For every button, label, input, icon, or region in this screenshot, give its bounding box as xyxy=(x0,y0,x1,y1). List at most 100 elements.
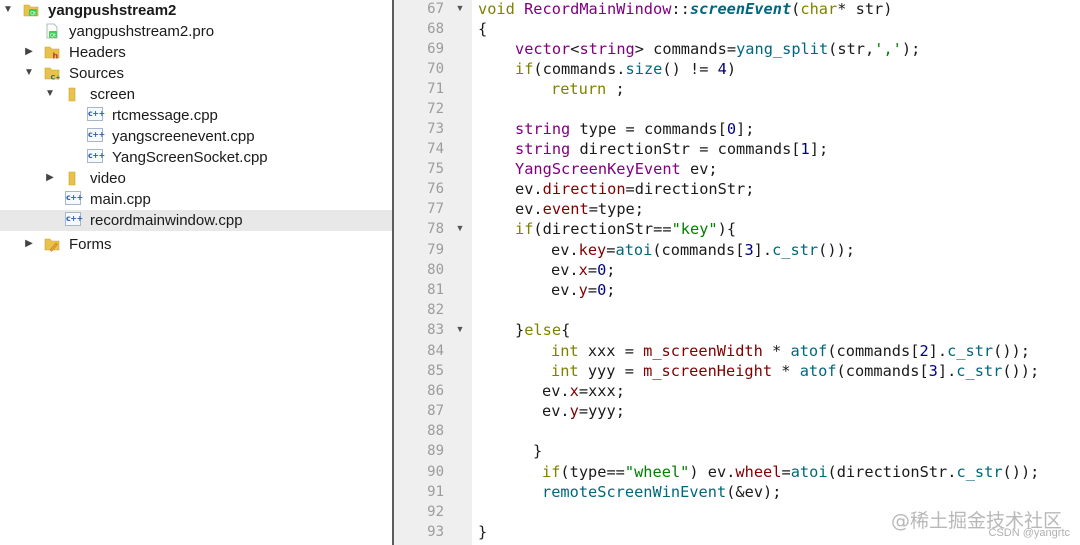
code-line-89: } xyxy=(533,442,543,460)
tree-item-sources[interactable]: ▼ C+ Sources xyxy=(0,63,392,84)
code-line-80: ev.x=0; xyxy=(551,261,616,279)
project-folder-icon: Qt xyxy=(23,2,39,18)
line-number: 76 xyxy=(427,181,444,197)
fold-marker-icon[interactable]: ▼ xyxy=(455,218,465,238)
sources-folder-icon: C+ xyxy=(44,65,61,82)
forms-folder-icon xyxy=(44,236,60,252)
tree-item-project-root[interactable]: ▼ Qt yangpushstream2 xyxy=(0,0,392,21)
line-number: 74 xyxy=(427,141,444,157)
cpp-file-icon: c++ xyxy=(87,149,105,165)
line-number: 71 xyxy=(427,81,444,97)
tree-item-label: recordmainwindow.cpp xyxy=(90,212,243,229)
headers-folder-icon: h xyxy=(44,44,60,61)
code-line-68: { xyxy=(478,20,488,38)
tree-item-label: YangScreenSocket.cpp xyxy=(112,149,268,166)
line-number: 68 xyxy=(427,21,444,37)
tree-item-file[interactable]: c++ yangscreenevent.cpp xyxy=(0,126,392,147)
line-number: 92 xyxy=(427,504,444,520)
line-number: 72 xyxy=(427,101,444,117)
code-line-83: }else{ xyxy=(515,321,571,339)
line-number: 79 xyxy=(427,242,444,258)
tree-item-label: Sources xyxy=(69,65,125,82)
code-line-71: return ; xyxy=(551,80,625,98)
cpp-file-icon: c++ xyxy=(87,107,105,123)
chevron-right-icon[interactable]: ▶ xyxy=(44,171,56,185)
line-number: 84 xyxy=(427,343,444,359)
chevron-right-icon[interactable]: ▶ xyxy=(23,237,35,251)
code-line-87: ev.y=yyy; xyxy=(542,402,625,420)
line-number: 69 xyxy=(427,41,444,57)
project-tree: ▼ Qt yangpushstream2 Qt yangpushstream2.… xyxy=(0,0,392,545)
cpp-file-icon: c++ xyxy=(65,212,83,228)
chevron-down-icon[interactable]: ▼ xyxy=(44,87,56,101)
code-line-86: ev.x=xxx; xyxy=(542,382,625,400)
tree-item-label: video xyxy=(90,170,126,187)
cpp-file-icon: c++ xyxy=(87,128,105,144)
code-line-73: string type = commands[0]; xyxy=(515,120,755,138)
line-number: 81 xyxy=(427,282,444,298)
tree-item-label: yangpushstream2.pro xyxy=(69,23,215,40)
line-number: 93 xyxy=(427,524,444,540)
code-line-78: if(directionStr=="key"){ xyxy=(515,220,737,238)
tree-item-label: yangpushstream2 xyxy=(48,2,177,19)
chevron-right-icon[interactable]: ▶ xyxy=(23,45,35,59)
line-number: 83 xyxy=(427,322,444,338)
line-number: 70 xyxy=(427,61,444,77)
folder-icon xyxy=(65,170,81,186)
fold-marker-icon[interactable]: ▼ xyxy=(455,319,465,339)
code-line-75: YangScreenKeyEvent ev; xyxy=(515,160,718,178)
code-line-70: if(commands.size() != 4) xyxy=(515,60,737,78)
line-number: 78 xyxy=(427,221,444,237)
code-line-79: ev.key=atoi(commands[3].c_str()); xyxy=(551,241,855,259)
svg-text:Qt: Qt xyxy=(30,11,36,17)
tree-item-label: yangscreenevent.cpp xyxy=(112,128,255,145)
line-number: 85 xyxy=(427,363,444,379)
line-number: 67 xyxy=(427,1,444,17)
line-number: 86 xyxy=(427,383,444,399)
line-number: 75 xyxy=(427,161,444,177)
code-line-81: ev.y=0; xyxy=(551,281,616,299)
tree-item-label: rtcmessage.cpp xyxy=(112,107,218,124)
line-number: 77 xyxy=(427,201,444,217)
tree-item-file[interactable]: c++ rtcmessage.cpp xyxy=(0,105,392,126)
line-number: 90 xyxy=(427,464,444,480)
tree-item-pro-file[interactable]: Qt yangpushstream2.pro xyxy=(0,21,392,42)
svg-text:Qt: Qt xyxy=(50,33,56,39)
tree-item-video-folder[interactable]: ▶ video xyxy=(0,168,392,189)
tree-item-forms[interactable]: ▶ Forms xyxy=(0,234,392,255)
pro-file-icon: Qt xyxy=(44,23,60,39)
fold-marker-icon[interactable]: ▼ xyxy=(455,0,465,18)
watermark-sub: CSDN @yangrtc xyxy=(988,527,1070,539)
code-line-85: int yyy = m_screenHeight * atof(commands… xyxy=(551,362,1040,380)
tree-item-file-selected[interactable]: c++ recordmainwindow.cpp xyxy=(0,210,392,231)
code-line-67: void RecordMainWindow::screenEvent(char*… xyxy=(478,0,893,18)
svg-text:C+: C+ xyxy=(51,74,61,82)
tree-item-file[interactable]: c++ main.cpp xyxy=(0,189,392,210)
tree-item-label: screen xyxy=(90,86,136,103)
tree-item-label: Headers xyxy=(69,44,126,61)
code-line-76: ev.direction=directionStr; xyxy=(515,180,755,198)
code-line-84: int xxx = m_screenWidth * atof(commands[… xyxy=(551,342,1030,360)
line-number: 82 xyxy=(427,302,444,318)
code-line-90: if(type=="wheel") ev.wheel=atoi(directio… xyxy=(542,463,1040,481)
folder-icon xyxy=(65,86,81,102)
chevron-down-icon[interactable]: ▼ xyxy=(2,3,14,17)
tree-item-screen-folder[interactable]: ▼ screen xyxy=(0,84,392,105)
line-number: 73 xyxy=(427,121,444,137)
code-line-93: } xyxy=(478,523,488,541)
line-number: 89 xyxy=(427,443,444,459)
code-line-91: remoteScreenWinEvent(&ev); xyxy=(542,483,782,501)
tree-item-headers[interactable]: ▶ h Headers xyxy=(0,42,392,63)
line-number: 87 xyxy=(427,403,444,419)
code-line-74: string directionStr = commands[1]; xyxy=(515,140,829,158)
line-number: 88 xyxy=(427,423,444,439)
code-line-69: vector<string> commands=yang_split(str,'… xyxy=(515,40,921,58)
chevron-down-icon[interactable]: ▼ xyxy=(23,66,35,80)
code-line-77: ev.event=type; xyxy=(515,200,644,218)
tree-item-file[interactable]: c++ YangScreenSocket.cpp xyxy=(0,147,392,168)
svg-text:h: h xyxy=(53,52,59,61)
tree-item-label: main.cpp xyxy=(90,191,151,208)
cpp-file-icon: c++ xyxy=(65,191,83,207)
line-number: 80 xyxy=(427,262,444,278)
tree-item-label: Forms xyxy=(69,236,112,253)
